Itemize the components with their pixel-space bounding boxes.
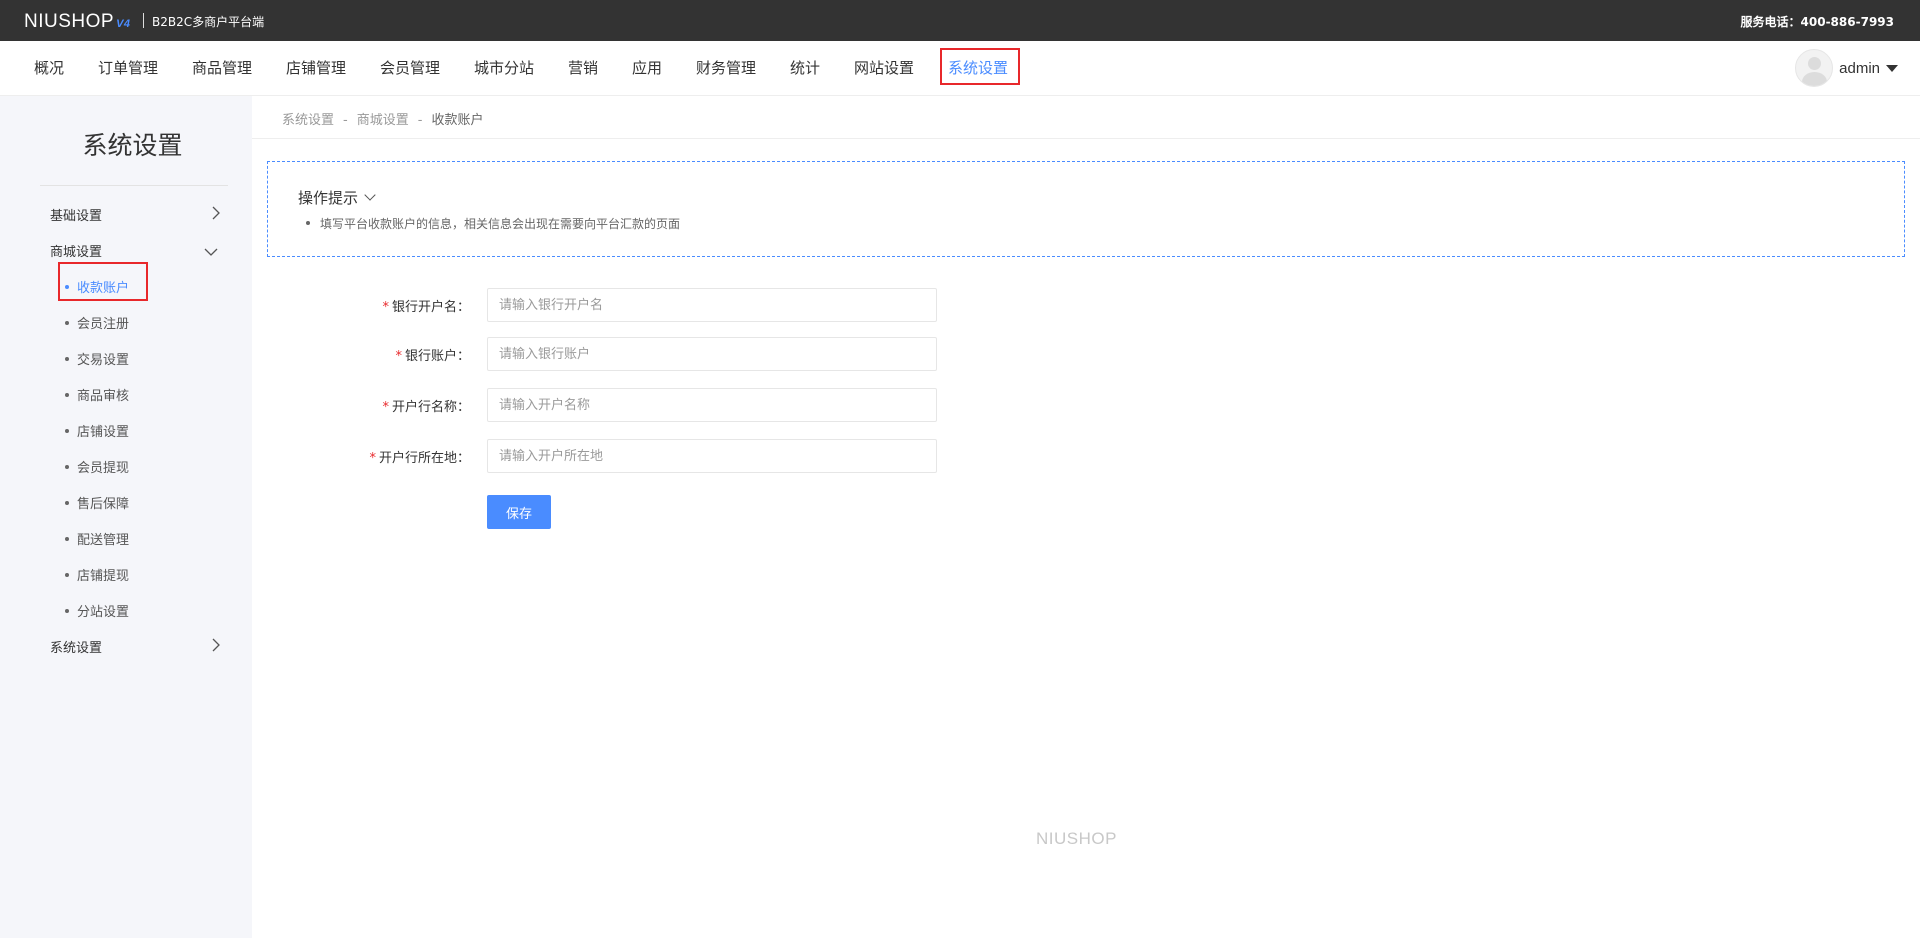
nav-item-marketing[interactable]: 营销 xyxy=(568,41,598,95)
bullet-icon xyxy=(65,500,69,505)
sidebar-item-label: 会员注册 xyxy=(77,317,130,332)
operation-tips: 操作提示 填写平台收款账户的信息，相关信息会出现在需要向平台汇款的页面 xyxy=(267,161,1905,257)
bank-location-label: * 开户行所在地： xyxy=(270,447,470,466)
bullet-icon xyxy=(65,356,69,361)
nav-item-apps[interactable]: 应用 xyxy=(632,41,662,95)
bank-name-input[interactable] xyxy=(487,388,937,422)
sidebar-item-member-register[interactable]: 会员注册 xyxy=(65,313,129,332)
bullet-icon xyxy=(65,608,69,613)
field-label-text: 银行账户： xyxy=(404,349,470,364)
required-mark: * xyxy=(382,400,389,415)
main-nav: 概况 订单管理 商品管理 店铺管理 会员管理 城市分站 营销 应用 财务管理 统… xyxy=(0,41,1920,96)
sidebar-item-shop-settings[interactable]: 店铺设置 xyxy=(65,421,129,440)
nav-item-members[interactable]: 会员管理 xyxy=(380,41,440,95)
bullet-icon xyxy=(65,464,69,469)
required-mark: * xyxy=(382,300,389,315)
platform-name: B2B2C多商户平台端 xyxy=(152,15,265,29)
bullet-icon xyxy=(65,428,69,433)
sidebar-group-basic[interactable]: 基础设置 xyxy=(50,205,102,224)
sidebar-highlight-box xyxy=(58,262,148,301)
tips-toggle[interactable]: 操作提示 xyxy=(298,187,376,208)
nav-item-statistics[interactable]: 统计 xyxy=(790,41,820,95)
sidebar-item-label: 分站设置 xyxy=(77,605,130,620)
bullet-icon xyxy=(65,572,69,577)
sidebar-item-after-sales[interactable]: 售后保障 xyxy=(65,493,129,512)
top-bar: NIUSHOP V4 B2B2C多商户平台端 服务电话：400-886-7993 xyxy=(0,0,1920,41)
sidebar-group-mall[interactable]: 商城设置 xyxy=(50,241,102,260)
sidebar-item-station-settings[interactable]: 分站设置 xyxy=(65,601,129,620)
chevron-right-icon[interactable] xyxy=(208,205,224,221)
sidebar-item-label: 商品审核 xyxy=(77,389,130,404)
nav-item-finance[interactable]: 财务管理 xyxy=(696,41,756,95)
sidebar-item-shop-withdraw[interactable]: 店铺提现 xyxy=(65,565,129,584)
logo[interactable]: NIUSHOP V4 xyxy=(24,11,131,33)
nav-item-city-stations[interactable]: 城市分站 xyxy=(474,41,534,95)
sidebar-item-label: 会员提现 xyxy=(77,461,130,476)
sidebar-item-label: 交易设置 xyxy=(77,353,130,368)
bank-account-number-input[interactable] xyxy=(487,337,937,371)
nav-item-overview[interactable]: 概况 xyxy=(34,41,64,95)
sidebar-item-trade-settings[interactable]: 交易设置 xyxy=(65,349,129,368)
logo-divider xyxy=(143,13,144,28)
chevron-down-icon xyxy=(364,189,376,201)
breadcrumb-item[interactable]: 系统设置 xyxy=(282,113,334,128)
sidebar: 系统设置 基础设置 商城设置 收款账户 会员注册 交易设置 商品审核 店铺设置 … xyxy=(0,96,252,938)
chevron-down-icon[interactable] xyxy=(203,244,219,260)
breadcrumb: 系统设置 - 商城设置 - 收款账户 xyxy=(282,109,483,128)
logo-text: NIUSHOP xyxy=(24,11,115,32)
username: admin xyxy=(1839,59,1880,77)
field-label-text: 开户行所在地： xyxy=(378,451,470,466)
sidebar-item-member-withdraw[interactable]: 会员提现 xyxy=(65,457,129,476)
save-button[interactable]: 保存 xyxy=(487,495,551,529)
avatar xyxy=(1795,49,1834,87)
breadcrumb-item[interactable]: 商城设置 xyxy=(357,113,409,128)
footer-logo: NIUSHOP xyxy=(1036,829,1117,848)
bank-name-label: * 开户行名称： xyxy=(270,396,470,415)
nav-item-orders[interactable]: 订单管理 xyxy=(98,41,158,95)
bank-location-input[interactable] xyxy=(487,439,937,473)
required-mark: * xyxy=(369,451,376,466)
sidebar-item-goods-review[interactable]: 商品审核 xyxy=(65,385,129,404)
breadcrumb-separator: - xyxy=(417,113,423,128)
breadcrumb-separator: - xyxy=(343,113,348,128)
breadcrumb-divider xyxy=(252,138,1920,139)
sidebar-title: 系统设置 xyxy=(82,131,183,160)
caret-down-icon xyxy=(1886,64,1898,72)
sidebar-item-label: 店铺设置 xyxy=(77,425,130,440)
tips-item-text: 填写平台收款账户的信息，相关信息会出现在需要向平台汇款的页面 xyxy=(320,217,681,231)
chevron-right-icon[interactable] xyxy=(208,637,224,653)
sidebar-divider xyxy=(40,185,228,186)
bullet-icon xyxy=(306,220,310,225)
nav-item-shops[interactable]: 店铺管理 xyxy=(286,41,346,95)
nav-highlight-box xyxy=(940,48,1020,85)
nav-item-goods[interactable]: 商品管理 xyxy=(192,41,252,95)
bank-account-name-label: * 银行开户名： xyxy=(270,296,470,315)
tips-title: 操作提示 xyxy=(298,189,359,207)
field-label-text: 开户行名称： xyxy=(391,400,470,415)
sidebar-item-label: 配送管理 xyxy=(77,533,130,548)
service-hotline: 服务电话：400-886-7993 xyxy=(1740,15,1894,29)
bullet-icon xyxy=(65,536,69,541)
user-menu[interactable]: admin xyxy=(1795,49,1898,87)
tips-item: 填写平台收款账户的信息，相关信息会出现在需要向平台汇款的页面 xyxy=(306,215,680,232)
breadcrumb-current: 收款账户 xyxy=(431,113,484,128)
bullet-icon xyxy=(65,392,69,397)
sidebar-item-label: 售后保障 xyxy=(77,497,130,512)
bullet-icon xyxy=(65,320,69,325)
bank-account-name-input[interactable] xyxy=(487,288,937,322)
sidebar-item-delivery[interactable]: 配送管理 xyxy=(65,529,129,548)
nav-item-website-settings[interactable]: 网站设置 xyxy=(854,41,914,95)
logo-version: V4 xyxy=(116,18,131,30)
sidebar-group-system[interactable]: 系统设置 xyxy=(50,637,102,656)
required-mark: * xyxy=(395,349,402,364)
bank-account-number-label: * 银行账户： xyxy=(270,345,470,364)
sidebar-item-label: 店铺提现 xyxy=(77,569,130,584)
field-label-text: 银行开户名： xyxy=(391,300,470,315)
